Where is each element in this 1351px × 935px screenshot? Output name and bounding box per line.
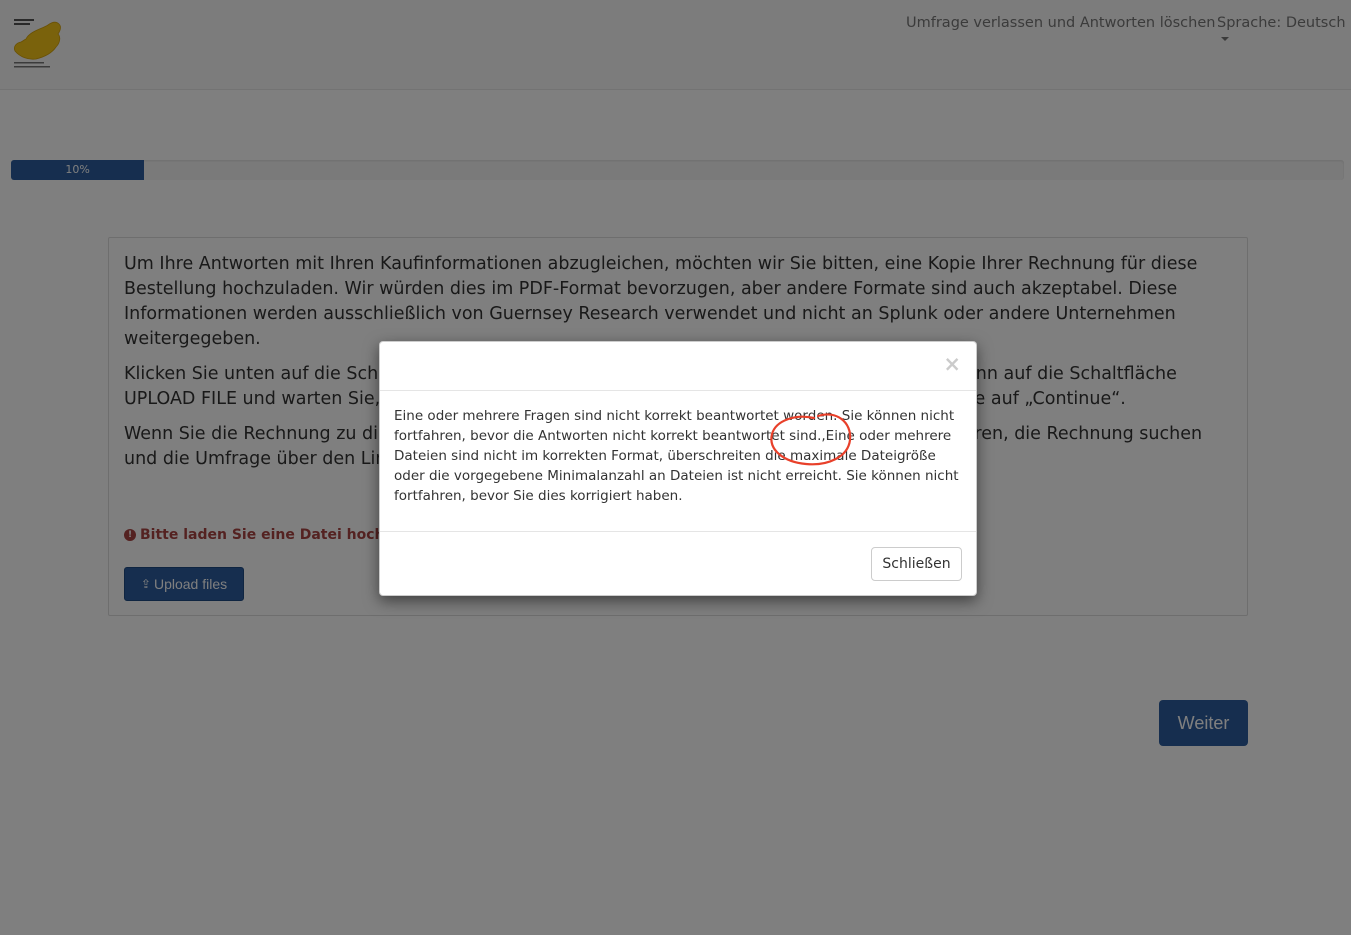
dialog-header: × [380, 342, 976, 391]
close-icon[interactable]: × [943, 354, 961, 375]
error-dialog: × Eine oder mehrere Fragen sind nicht ko… [379, 341, 977, 596]
dialog-footer: Schließen [380, 532, 976, 596]
close-button[interactable]: Schließen [871, 547, 962, 581]
dialog-message: Eine oder mehrere Fragen sind nicht korr… [380, 391, 976, 532]
